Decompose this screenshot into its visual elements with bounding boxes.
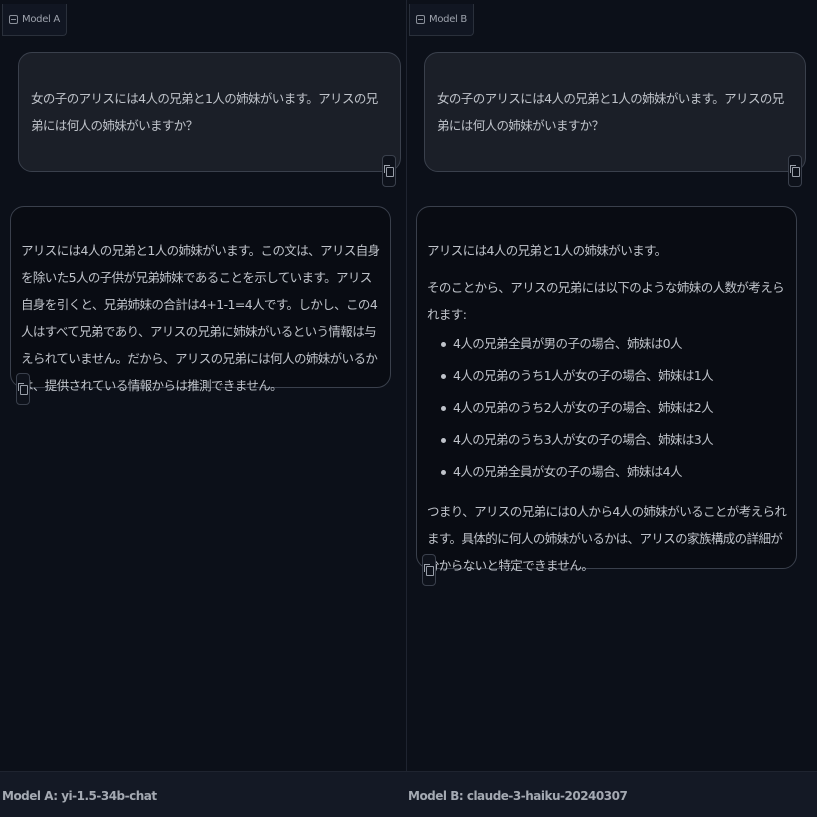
model-b-response-lead: そのことから、アリスの兄弟には以下のような姉妹の人数が考えられます:: [427, 280, 785, 322]
list-item: 4人の兄弟のうち3人が女の子の場合、姉妹は3人: [441, 424, 788, 456]
model-b-tab: Model B: [409, 4, 474, 36]
model-a-user-message: 女の子のアリスには4人の兄弟と1人の姉妹がいます。アリスの兄弟には何人の姉妹がい…: [18, 52, 401, 172]
chat-bubble-icon: [9, 15, 18, 24]
model-a-response-text: アリスには4人の兄弟と1人の姉妹がいます。この文は、アリス自身を除いた5人の子供…: [21, 243, 380, 393]
copy-icon: [384, 165, 394, 177]
model-b-pane: Model B 女の子のアリスには4人の兄弟と1人の姉妹がいます。アリスの兄弟に…: [407, 0, 817, 771]
model-b-response-copy-button[interactable]: [422, 554, 436, 586]
model-a-user-copy-button[interactable]: [382, 155, 396, 187]
model-a-user-message-text: 女の子のアリスには4人の兄弟と1人の姉妹がいます。アリスの兄弟には何人の姉妹がい…: [31, 91, 378, 133]
model-labels-footer: Model A: yi-1.5-34b-chat Model B: claude…: [0, 771, 817, 817]
model-b-response-intro: アリスには4人の兄弟と1人の姉妹がいます。: [427, 243, 667, 258]
model-a-response: アリスには4人の兄弟と1人の姉妹がいます。この文は、アリス自身を除いた5人の子供…: [10, 206, 391, 393]
model-b-tab-label: Model B: [429, 14, 467, 25]
model-b-response: アリスには4人の兄弟と1人の姉妹がいます。 そのことから、アリスの兄弟には以下の…: [416, 206, 797, 573]
model-a-response-copy-button[interactable]: [16, 373, 30, 405]
arena-comparison-view: Model A 女の子のアリスには4人の兄弟と1人の姉妹がいます。アリスの兄弟に…: [0, 0, 817, 817]
model-a-tab-label: Model A: [22, 14, 60, 25]
model-a-tab: Model A: [2, 4, 67, 36]
chat-bubble-icon: [416, 15, 425, 24]
list-item: 4人の兄弟のうち2人が女の子の場合、姉妹は2人: [441, 392, 788, 424]
model-b-user-copy-button[interactable]: [788, 155, 802, 187]
list-item: 4人の兄弟全員が女の子の場合、姉妹は4人: [441, 456, 788, 488]
model-b-response-list: 4人の兄弟全員が男の子の場合、姉妹は0人 4人の兄弟のうち1人が女の子の場合、姉…: [427, 328, 788, 488]
list-item: 4人の兄弟全員が男の子の場合、姉妹は0人: [441, 328, 788, 360]
model-b-user-message-text: 女の子のアリスには4人の兄弟と1人の姉妹がいます。アリスの兄弟には何人の姉妹がい…: [437, 91, 784, 133]
model-b-user-message: 女の子のアリスには4人の兄弟と1人の姉妹がいます。アリスの兄弟には何人の姉妹がい…: [424, 52, 806, 172]
copy-icon: [18, 383, 28, 395]
model-b-name-label: Model B: claude-3-haiku-20240307: [408, 789, 628, 803]
copy-icon: [790, 165, 800, 177]
model-a-pane: Model A 女の子のアリスには4人の兄弟と1人の姉妹がいます。アリスの兄弟に…: [0, 0, 407, 771]
model-a-name-label: Model A: yi-1.5-34b-chat: [2, 789, 157, 803]
copy-icon: [424, 564, 434, 576]
model-b-response-outro: つまり、アリスの兄弟には0人から4人の姉妹がいることが考えられます。具体的に何人…: [427, 504, 787, 573]
list-item: 4人の兄弟のうち1人が女の子の場合、姉妹は1人: [441, 360, 788, 392]
